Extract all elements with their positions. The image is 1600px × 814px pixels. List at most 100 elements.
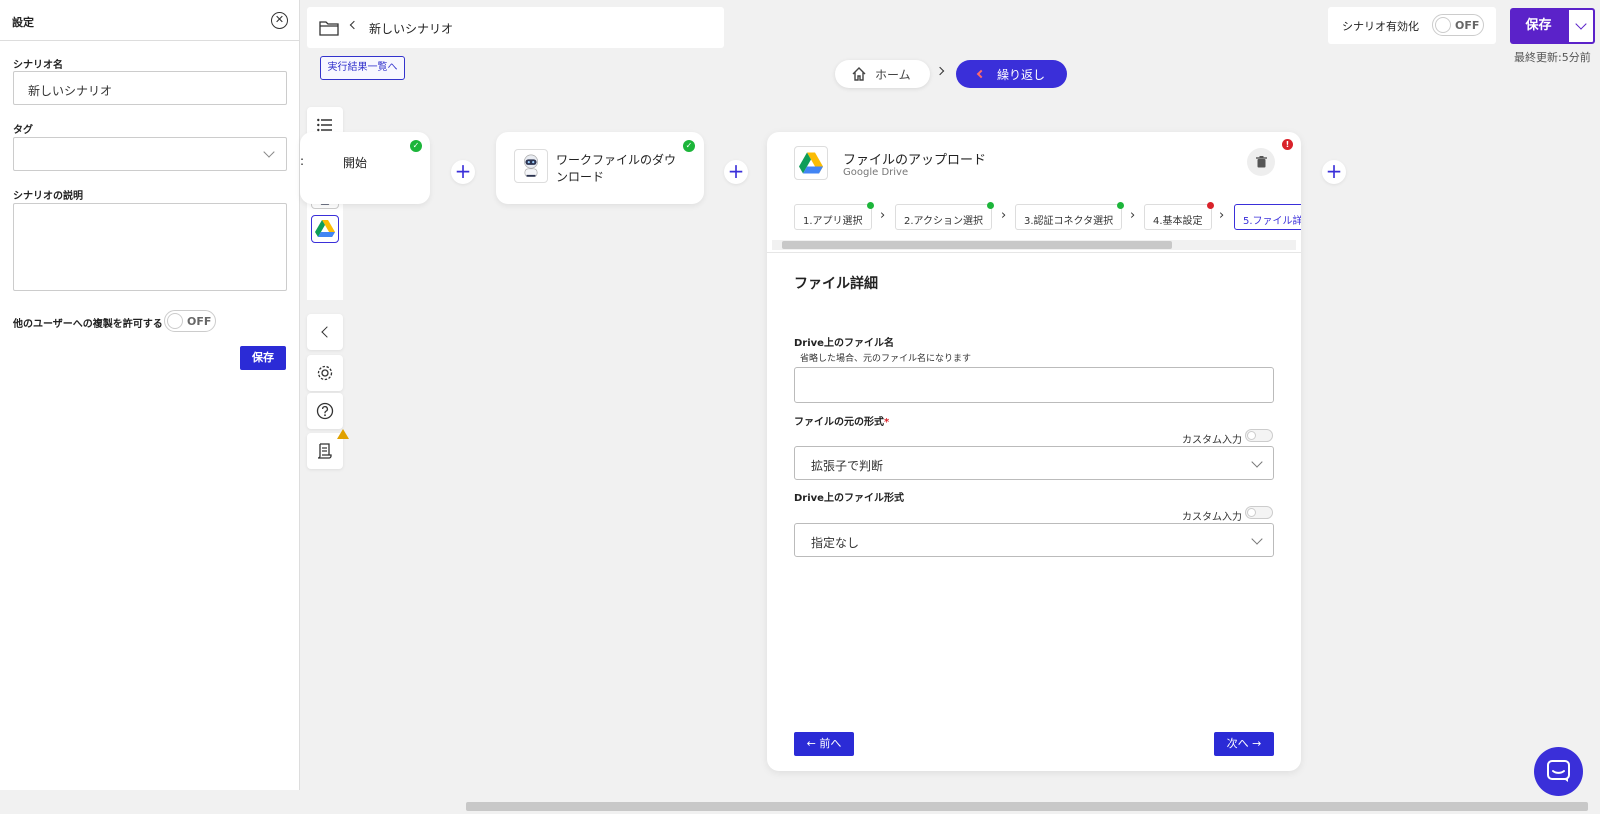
- step-connector-select[interactable]: 3.認証コネクタ選択: [1015, 202, 1125, 230]
- save-options-dropdown[interactable]: [1567, 8, 1595, 44]
- delete-button[interactable]: [1247, 148, 1275, 176]
- scenario-enable-box: シナリオ有効化 OFF: [1328, 7, 1496, 44]
- collapse-panel-button[interactable]: [307, 314, 343, 350]
- result-list-link[interactable]: 実行結果一覧へ: [320, 56, 405, 80]
- step-basic-settings[interactable]: 4.基本設定: [1144, 202, 1214, 230]
- step-action-select[interactable]: 2.アクション選択: [895, 202, 995, 230]
- source-format-custom-toggle[interactable]: [1245, 429, 1273, 442]
- home-icon: [852, 67, 866, 81]
- step-error-dot: [1206, 202, 1214, 209]
- add-step-button[interactable]: +: [1322, 160, 1346, 184]
- divider: [767, 252, 1301, 253]
- chevron-down-icon: [1251, 456, 1263, 468]
- settings-save-button[interactable]: 保存: [240, 346, 286, 370]
- error-icon: !: [1282, 139, 1293, 150]
- tag-label: タグ: [13, 125, 33, 136]
- file-name-input[interactable]: [794, 367, 1274, 403]
- settings-header: 設定 ✕: [0, 0, 300, 41]
- chevron-right-icon: ›: [1219, 208, 1225, 223]
- source-format-label: ファイルの元の形式*: [794, 413, 889, 428]
- chevron-right-icon: ›: [1130, 208, 1136, 223]
- next-button[interactable]: 次へ →: [1214, 732, 1274, 756]
- step-label: 4.基本設定: [1153, 216, 1203, 227]
- section-title: ファイル詳細: [794, 276, 878, 292]
- node-download[interactable]: ワークファイルのダウンロード ✓: [496, 132, 704, 204]
- add-step-button[interactable]: +: [451, 160, 475, 184]
- drive-format-custom-toggle[interactable]: [1245, 506, 1273, 519]
- scenario-name-value: 新しいシナリオ: [28, 84, 113, 98]
- action-subtitle: Google Drive: [843, 167, 909, 178]
- node-start[interactable]: : 開始 ✓: [300, 132, 430, 204]
- google-drive-icon: [794, 146, 828, 180]
- success-check-icon: ✓: [410, 140, 422, 152]
- scenario-title[interactable]: 新しいシナリオ: [369, 20, 453, 37]
- chevron-left-icon[interactable]: [349, 20, 359, 30]
- toggle-knob: [1247, 508, 1256, 517]
- drive-format-label: Drive上のファイル形式: [794, 493, 904, 504]
- drive-format-select[interactable]: 指定なし: [794, 523, 1274, 557]
- source-format-value: 拡張子で判断: [811, 459, 884, 473]
- canvas-scrollbar-thumb[interactable]: [466, 802, 1588, 811]
- last-updated: 最終更新:5分前: [1514, 51, 1591, 64]
- step-file-details[interactable]: 5.ファイル詳: [1234, 204, 1301, 230]
- scenario-title-bar: 新しいシナリオ: [307, 7, 724, 48]
- custom-input-label: カスタム入力: [1182, 512, 1242, 523]
- scenario-name-label: シナリオ名: [13, 60, 63, 71]
- step-label: 3.認証コネクタ選択: [1024, 216, 1114, 227]
- node-start-label: 開始: [343, 156, 368, 170]
- node-download-label: ワークファイルのダウンロード: [556, 153, 677, 184]
- step-label: 5.ファイル詳: [1243, 216, 1301, 227]
- close-icon[interactable]: ✕: [271, 12, 288, 29]
- warning-icon: [337, 429, 349, 439]
- scenario-name-input[interactable]: 新しいシナリオ: [13, 71, 287, 105]
- toggle-knob: [167, 313, 183, 329]
- folder-icon[interactable]: [319, 20, 339, 36]
- chat-support-button[interactable]: [1534, 747, 1583, 796]
- add-step-button[interactable]: +: [724, 160, 748, 184]
- header-save-button[interactable]: 保存: [1510, 8, 1567, 44]
- action-title: ファイルのアップロード: [843, 153, 987, 168]
- allow-copy-label: 他のユーザーへの複製を許可する: [13, 319, 163, 330]
- prev-button[interactable]: ← 前へ: [794, 732, 854, 756]
- breadcrumb-current-label: 繰り返し: [997, 68, 1046, 82]
- description-textarea[interactable]: [13, 203, 287, 291]
- steps-scrollbar-thumb[interactable]: [782, 241, 1172, 249]
- chat-icon: [1547, 760, 1570, 782]
- google-drive-app-icon[interactable]: [311, 215, 339, 243]
- source-format-select[interactable]: 拡張子で判断: [794, 446, 1274, 480]
- node-start-prefix: :: [300, 154, 305, 168]
- toggle-state: OFF: [1455, 19, 1480, 32]
- chevron-left-icon: [320, 326, 333, 338]
- required-mark: *: [884, 417, 890, 428]
- step-app-select[interactable]: 1.アプリ選択: [794, 202, 874, 230]
- chevron-down-icon: [1575, 18, 1587, 30]
- tag-select[interactable]: [13, 137, 287, 171]
- chevron-right-icon: [935, 66, 945, 76]
- file-name-label: Drive上のファイル名: [794, 338, 894, 349]
- settings-panel: 設定 ✕ シナリオ名 新しいシナリオ タグ シナリオの説明 他のユーザーへの複製…: [0, 0, 300, 814]
- toggle-state: OFF: [187, 315, 212, 328]
- breadcrumb-home[interactable]: ホーム: [835, 60, 930, 88]
- custom-input-label: カスタム入力: [1182, 435, 1242, 446]
- toggle-knob: [1247, 431, 1256, 440]
- allow-copy-toggle[interactable]: OFF: [164, 310, 216, 332]
- chevron-right-icon: ›: [1001, 208, 1007, 223]
- help-icon[interactable]: [307, 393, 343, 429]
- scenario-enable-toggle[interactable]: OFF: [1432, 14, 1484, 36]
- step-label: 2.アクション選択: [904, 216, 984, 227]
- breadcrumb-current[interactable]: 繰り返し: [956, 60, 1067, 88]
- robot-app-icon: [514, 149, 548, 183]
- step-success-dot: [987, 202, 995, 209]
- file-name-hint: 省略した場合、元のファイル名になります: [800, 354, 972, 364]
- source-format-label-text: ファイルの元の形式: [794, 417, 884, 428]
- step-success-dot: [1117, 202, 1125, 209]
- success-check-icon: ✓: [683, 140, 695, 152]
- drive-format-value: 指定なし: [811, 536, 860, 550]
- description-label: シナリオの説明: [13, 191, 83, 202]
- gear-icon[interactable]: [307, 355, 343, 391]
- scenario-enable-label: シナリオ有効化: [1342, 20, 1419, 33]
- breadcrumb-home-label: ホーム: [875, 68, 911, 82]
- steps-scrollbar[interactable]: [772, 240, 1296, 250]
- chevron-down-icon: [1251, 533, 1263, 545]
- step-label: 1.アプリ選択: [803, 216, 863, 227]
